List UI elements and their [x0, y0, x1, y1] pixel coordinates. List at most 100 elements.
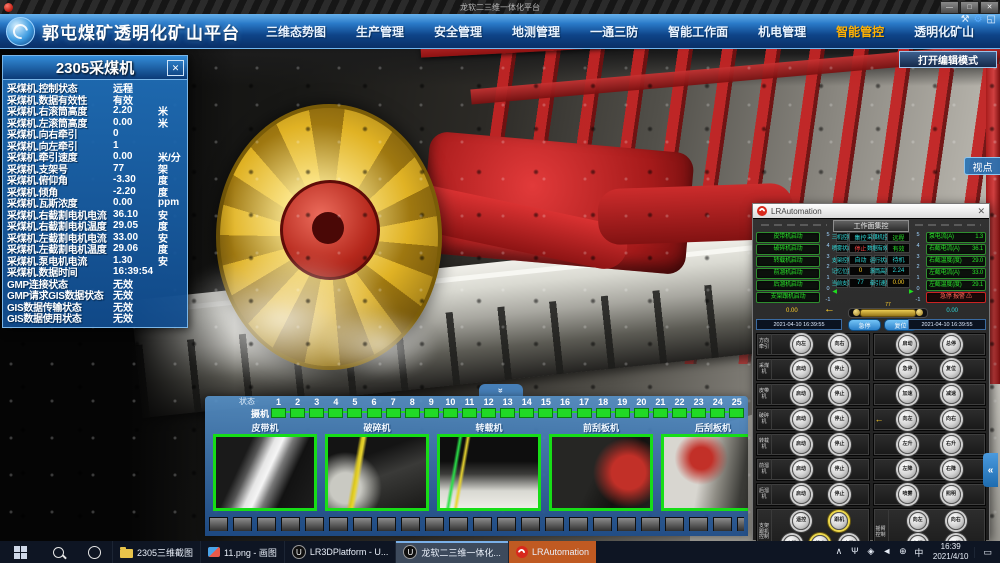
round-button-启动[interactable]: 启动 — [792, 360, 811, 379]
taskbar-item[interactable]: 2305三维截图 — [112, 541, 200, 563]
open-edit-mode-button[interactable]: 打开编辑模式 — [899, 51, 997, 68]
clock[interactable]: 16:39 2021/4/10 — [927, 542, 975, 561]
camera-feed-5[interactable] — [661, 434, 748, 511]
strip-thumbnail[interactable] — [545, 517, 564, 531]
nav-item-6[interactable]: 智能工作面 — [668, 23, 728, 40]
round-button-停止[interactable]: 停止 — [830, 485, 849, 504]
channel-status-square[interactable] — [328, 408, 343, 418]
start-button[interactable] — [0, 541, 40, 563]
microphone-icon[interactable]: Ψ — [847, 546, 863, 559]
round-button-左降[interactable]: 左降 — [898, 460, 917, 479]
nav-item-7[interactable]: 机电管理 — [758, 23, 806, 40]
search-button[interactable] — [40, 541, 76, 563]
channel-status-square[interactable] — [481, 408, 496, 418]
strip-thumbnail[interactable] — [641, 517, 660, 531]
nav-item-2[interactable]: 生产管理 — [356, 23, 404, 40]
taskbar-item[interactable]: U龙软二三维一体化... — [395, 541, 508, 563]
channel-status-square[interactable] — [596, 408, 611, 418]
round-button-启动[interactable]: 启动 — [792, 485, 811, 504]
round-button-右升[interactable]: 右升 — [942, 435, 961, 454]
taskbar-item[interactable]: LRAutomation — [508, 541, 596, 563]
channel-status-square[interactable] — [386, 408, 401, 418]
nav-item-8[interactable]: 智能管控 — [836, 23, 884, 40]
lr-panel-tab[interactable]: 工作面集控 — [833, 220, 909, 232]
camera-feed-1[interactable] — [213, 434, 317, 511]
channel-status-square[interactable] — [729, 408, 744, 418]
nav-item-1[interactable]: 三维态势图 — [266, 23, 326, 40]
round-button-总停[interactable]: 总停 — [942, 335, 961, 354]
strip-thumbnail[interactable] — [473, 517, 492, 531]
channel-status-square[interactable] — [634, 408, 649, 418]
channel-status-square[interactable] — [271, 408, 286, 418]
strip-thumbnail[interactable] — [353, 517, 372, 531]
channel-status-square[interactable] — [424, 408, 439, 418]
round-button-遥控[interactable]: 遥控 — [792, 512, 810, 530]
ime-indicator[interactable]: 中 — [911, 546, 927, 559]
round-button-右降[interactable]: 右降 — [942, 460, 961, 479]
strip-thumbnail[interactable] — [665, 517, 684, 531]
channel-status-square[interactable] — [347, 408, 362, 418]
round-button-向左[interactable]: 向左 — [909, 512, 927, 530]
taskbar-item[interactable]: 11.png - 画图 — [200, 541, 284, 563]
strip-thumbnail[interactable] — [497, 517, 516, 531]
nav-item-5[interactable]: 一通三防 — [590, 23, 638, 40]
strip-thumbnail[interactable] — [689, 517, 708, 531]
channel-status-square[interactable] — [290, 408, 305, 418]
round-button-停止[interactable]: 停止 — [830, 460, 849, 479]
channel-status-square[interactable] — [691, 408, 706, 418]
round-button-跟机[interactable]: 跟机 — [830, 512, 848, 530]
taskbar-item[interactable]: ULR3DPlatform - U... — [284, 541, 396, 563]
round-button-左升[interactable]: 左升 — [898, 435, 917, 454]
round-button-向右[interactable]: 向右 — [942, 410, 961, 429]
strip-thumbnail[interactable] — [233, 517, 252, 531]
close-icon[interactable]: ✕ — [167, 60, 184, 76]
estop-pill-button[interactable]: 急停 — [848, 319, 881, 331]
round-button-照明[interactable]: 照明 — [942, 485, 961, 504]
channel-status-square[interactable] — [653, 408, 668, 418]
lr-start-button[interactable]: 后溜机启动 — [756, 280, 820, 291]
network-globe-icon[interactable]: ⊕ — [895, 546, 911, 559]
round-button-启动[interactable]: 启动 — [898, 335, 917, 354]
channel-status-square[interactable] — [538, 408, 553, 418]
round-button-向左[interactable]: 向左 — [792, 335, 811, 354]
strip-thumbnail[interactable] — [329, 517, 348, 531]
round-button-停止[interactable]: 停止 — [830, 410, 849, 429]
strip-thumbnail[interactable] — [521, 517, 540, 531]
channel-status-square[interactable] — [557, 408, 572, 418]
maximize-button[interactable]: □ — [960, 1, 979, 14]
round-button-减速[interactable]: 减速 — [942, 385, 961, 404]
estop-alarm-button[interactable]: 急停 报警 ⚠ — [926, 292, 986, 303]
strip-thumbnail[interactable] — [425, 517, 444, 531]
speaker-icon[interactable]: ◄ — [879, 546, 895, 559]
channel-status-square[interactable] — [500, 408, 515, 418]
strip-thumbnail[interactable] — [593, 517, 612, 531]
channel-status-square[interactable] — [405, 408, 420, 418]
defender-shield-icon[interactable]: ◈ — [863, 546, 879, 559]
lr-start-button[interactable]: 皮带机启动 — [756, 232, 820, 243]
nav-item-4[interactable]: 地测管理 — [512, 23, 560, 40]
nav-item-3[interactable]: 安全管理 — [434, 23, 482, 40]
restore-window-icon[interactable]: ◱ — [987, 15, 996, 25]
round-button-停止[interactable]: 停止 — [830, 385, 849, 404]
viewpoint-tab[interactable]: 视点 — [964, 157, 1000, 175]
round-button-停止[interactable]: 停止 — [830, 360, 849, 379]
task-view-button[interactable] — [76, 541, 112, 563]
round-button-启动[interactable]: 启动 — [792, 410, 811, 429]
channel-status-square[interactable] — [443, 408, 458, 418]
strip-thumbnail[interactable] — [737, 517, 744, 531]
round-button-向左[interactable]: 向左 — [898, 410, 917, 429]
lr-start-button[interactable]: 破碎机启动 — [756, 244, 820, 255]
lr-start-button[interactable]: 前溜机启动 — [756, 268, 820, 279]
strip-thumbnail[interactable] — [257, 517, 276, 531]
lr-start-button[interactable]: 支架跟机启动 — [756, 292, 820, 303]
channel-status-square[interactable] — [710, 408, 725, 418]
notification-center-icon[interactable]: ▭ — [974, 547, 1000, 558]
strip-thumbnail[interactable] — [713, 517, 732, 531]
channel-status-square[interactable] — [615, 408, 630, 418]
channel-status-square[interactable] — [367, 408, 382, 418]
strip-thumbnail[interactable] — [377, 517, 396, 531]
lr-start-button[interactable]: 转载机启动 — [756, 256, 820, 267]
nav-item-9[interactable]: 透明化矿山 — [914, 23, 974, 40]
strip-thumbnail[interactable] — [305, 517, 324, 531]
camera-feed-4[interactable] — [549, 434, 653, 511]
